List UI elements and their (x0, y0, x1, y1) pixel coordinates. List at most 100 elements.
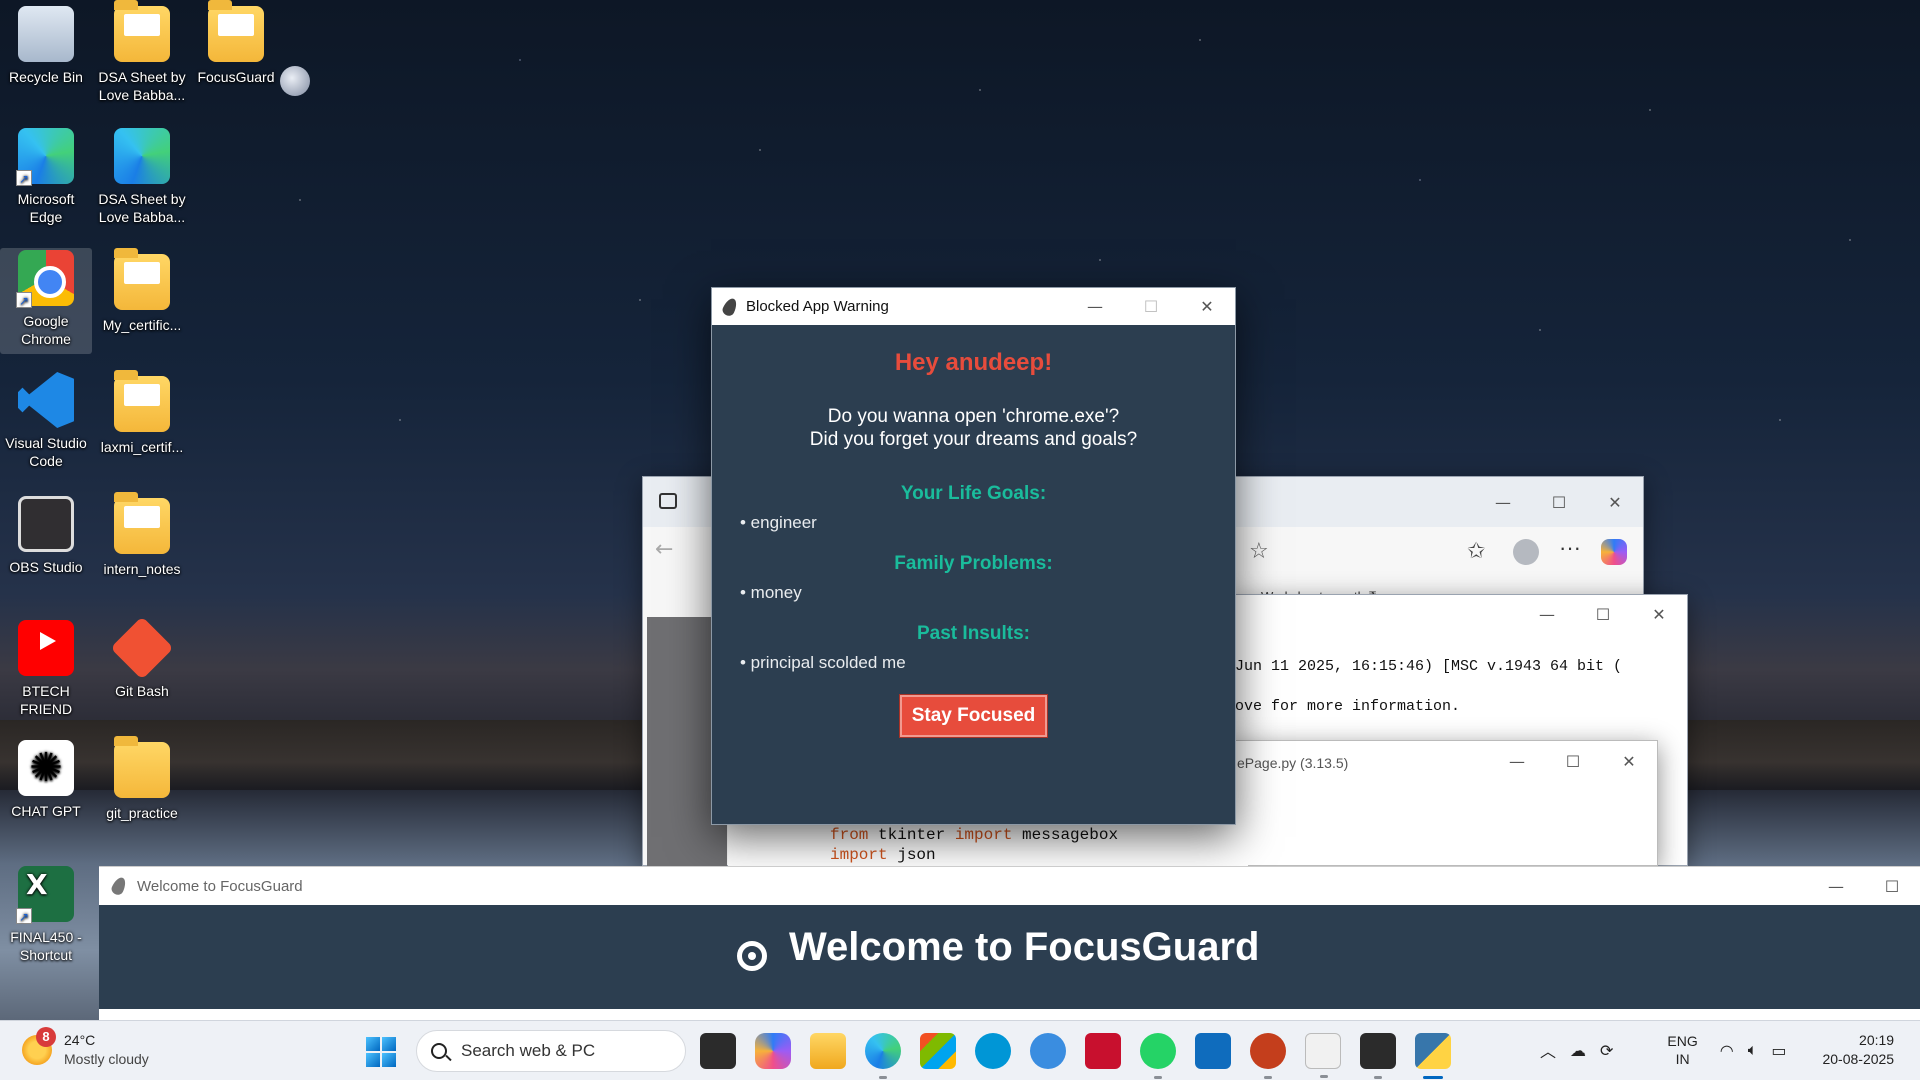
shell-window-controls: — ☐ ✕ (1519, 595, 1687, 633)
close-icon[interactable]: ✕ (1179, 297, 1235, 316)
stay-focused-button[interactable]: Stay Focused (899, 695, 1048, 737)
volume-icon[interactable]: 🔈︎ (1748, 1040, 1758, 1060)
desktop-icon-git-bash[interactable]: Git Bash (96, 616, 188, 700)
task-view-icon[interactable] (700, 1033, 736, 1069)
code-editor-snippet[interactable]: from tkinter import messagebox import js… (728, 820, 1248, 870)
desktop-icon-vscode[interactable]: Visual Studio Code (0, 372, 92, 470)
welcome-window-controls: — ☐ (1808, 867, 1920, 905)
desktop-icon-label: DSA Sheet by Love Babba... (98, 191, 186, 225)
shell-output[interactable]: Jun 11 2025, 16:15:46) [MSC v.1943 64 bi… (1231, 633, 1687, 727)
taskbar-search[interactable]: Search web & PC (416, 1030, 686, 1072)
desktop-icon-git-practice[interactable]: git_practice (96, 736, 188, 822)
start-button[interactable] (366, 1037, 396, 1067)
copilot-icon[interactable] (1601, 539, 1627, 565)
desktop-icon-intern-notes[interactable]: intern_notes (96, 492, 188, 578)
section-item-past-insults: • principal scolded me (740, 653, 906, 672)
chrome-icon: ↗ (16, 250, 74, 308)
feather-icon (109, 875, 129, 897)
idle-window-title: ePage.py (3.13.5) (1237, 755, 1349, 771)
clock-time: 20:19 (1859, 1032, 1895, 1048)
desktop-icon-microsoft-edge[interactable]: ↗ Microsoft Edge (0, 128, 92, 226)
tab-actions-icon[interactable] (659, 493, 677, 509)
profile-avatar-icon[interactable] (1513, 539, 1539, 565)
maximize-icon[interactable]: ☐ (1123, 297, 1179, 316)
desktop-icon-btech-friend[interactable]: BTECH FRIEND (0, 620, 92, 718)
folder-icon (114, 736, 170, 798)
desktop-icon-google-chrome[interactable]: ↗ Google Chrome (0, 248, 92, 354)
desktop-icon-dsa-sheet-1[interactable]: DSA Sheet by Love Babba... (96, 0, 188, 104)
minimize-icon[interactable]: — (1519, 605, 1575, 624)
desktop-icon-label: FocusGuard (197, 69, 275, 85)
minimize-icon[interactable]: — (1489, 752, 1545, 771)
copilot-icon[interactable] (755, 1033, 791, 1069)
code-text[interactable]: from tkinter import messagebox import js… (728, 820, 1248, 865)
search-icon (431, 1043, 447, 1059)
desktop-icon-my-certific[interactable]: My_certific... (96, 248, 188, 334)
hp-icon[interactable] (975, 1033, 1011, 1069)
desktop-icon-label: Microsoft Edge (17, 191, 75, 225)
weather-text: 24°C Mostly cloudy (64, 1031, 149, 1069)
outlook-icon[interactable] (1195, 1033, 1231, 1069)
question-line-2: Did you forget your dreams and goals? (809, 429, 1138, 450)
weather-widget[interactable]: 8 24°C Mostly cloudy (22, 1027, 149, 1069)
clock[interactable]: 20:19 20-08-2025 (1822, 1031, 1894, 1069)
idle-window-controls: — ☐ ✕ (1489, 741, 1657, 781)
mcafee-icon[interactable] (1085, 1033, 1121, 1069)
weather-temp: 24°C (64, 1032, 96, 1048)
python-shell-titlebar: — ☐ ✕ (1231, 595, 1687, 633)
whatsapp-icon[interactable] (1140, 1033, 1176, 1079)
minimize-icon[interactable]: — (1067, 297, 1123, 316)
blocked-app-warning-dialog[interactable]: Blocked App Warning — ☐ ✕ Hey anudeep! D… (711, 287, 1236, 825)
maximize-icon[interactable]: ☐ (1545, 752, 1601, 771)
weather-desc: Mostly cloudy (64, 1051, 149, 1067)
desktop-icon-recycle-bin[interactable]: Recycle Bin (0, 6, 92, 86)
target-icon (737, 941, 767, 971)
notification-badge: 8 (36, 1027, 56, 1047)
maximize-icon[interactable]: ☐ (1864, 877, 1920, 896)
sync-icon[interactable]: ⟳ (1600, 1041, 1613, 1060)
store-icon[interactable] (920, 1033, 956, 1069)
favorites-icon[interactable]: ✩ (1467, 539, 1485, 564)
wifi-icon[interactable]: ◠ (1720, 1041, 1734, 1060)
browser-window-controls: — ☐ ✕ (1475, 477, 1643, 527)
edge-icon: ↗ (16, 128, 74, 186)
cloud-offline-icon[interactable]: ☁ (1570, 1041, 1586, 1060)
close-icon[interactable]: ✕ (1587, 493, 1643, 512)
edge-icon[interactable] (865, 1033, 901, 1079)
more-options-icon[interactable]: ··· (1559, 535, 1581, 561)
language-line-1: ENG (1667, 1033, 1698, 1049)
close-icon[interactable]: ✕ (1631, 605, 1687, 624)
greeting-text: Hey anudeep! (894, 349, 1053, 376)
minimize-icon[interactable]: — (1808, 877, 1864, 896)
close-icon[interactable]: ✕ (1601, 752, 1657, 771)
desktop-icon-laxmi-certif[interactable]: laxmi_certif... (96, 370, 188, 456)
chevron-up-icon[interactable]: ︿ (1540, 1038, 1556, 1062)
desktop-icon-obs-studio[interactable]: OBS Studio (0, 496, 92, 576)
maximize-icon[interactable]: ☐ (1575, 605, 1631, 624)
desktop-icon-label: intern_notes (103, 561, 181, 577)
language-indicator[interactable]: ENG IN (1667, 1032, 1697, 1068)
youtube-icon (18, 620, 74, 676)
maximize-icon[interactable]: ☐ (1531, 493, 1587, 512)
desktop-icon-final450[interactable]: ↗ FINAL450 - Shortcut (0, 866, 92, 964)
desktop-icon-label: OBS Studio (9, 559, 83, 575)
help-icon[interactable] (1030, 1033, 1066, 1069)
battery-icon[interactable]: ▭ (1771, 1041, 1786, 1060)
file-explorer-icon[interactable] (810, 1033, 846, 1069)
desktop-icon-label: Git Bash (115, 683, 169, 699)
folder-icon (114, 370, 170, 432)
desktop-icon-focusguard[interactable]: FocusGuard (190, 0, 282, 86)
welcome-window[interactable]: Welcome to FocusGuard — ☐ Welcome to Foc… (99, 866, 1920, 1020)
desktop-icon-dsa-sheet-2[interactable]: DSA Sheet by Love Babba... (96, 128, 188, 226)
python-file-icon[interactable] (1305, 1033, 1341, 1078)
folder-icon (114, 492, 170, 554)
minimize-icon[interactable]: — (1475, 493, 1531, 512)
welcome-titlebar: Welcome to FocusGuard — ☐ (99, 867, 1920, 905)
python-icon[interactable] (1415, 1033, 1451, 1079)
idle-editor-window[interactable]: ePage.py (3.13.5) — ☐ ✕ (1230, 740, 1658, 866)
desktop-icon-chat-gpt[interactable]: CHAT GPT (0, 740, 92, 820)
back-arrow-icon[interactable]: ← (655, 537, 673, 562)
favorite-star-icon[interactable]: ☆ (1249, 539, 1269, 564)
powerpoint-icon[interactable] (1250, 1033, 1286, 1079)
terminal-icon[interactable] (1360, 1033, 1396, 1079)
